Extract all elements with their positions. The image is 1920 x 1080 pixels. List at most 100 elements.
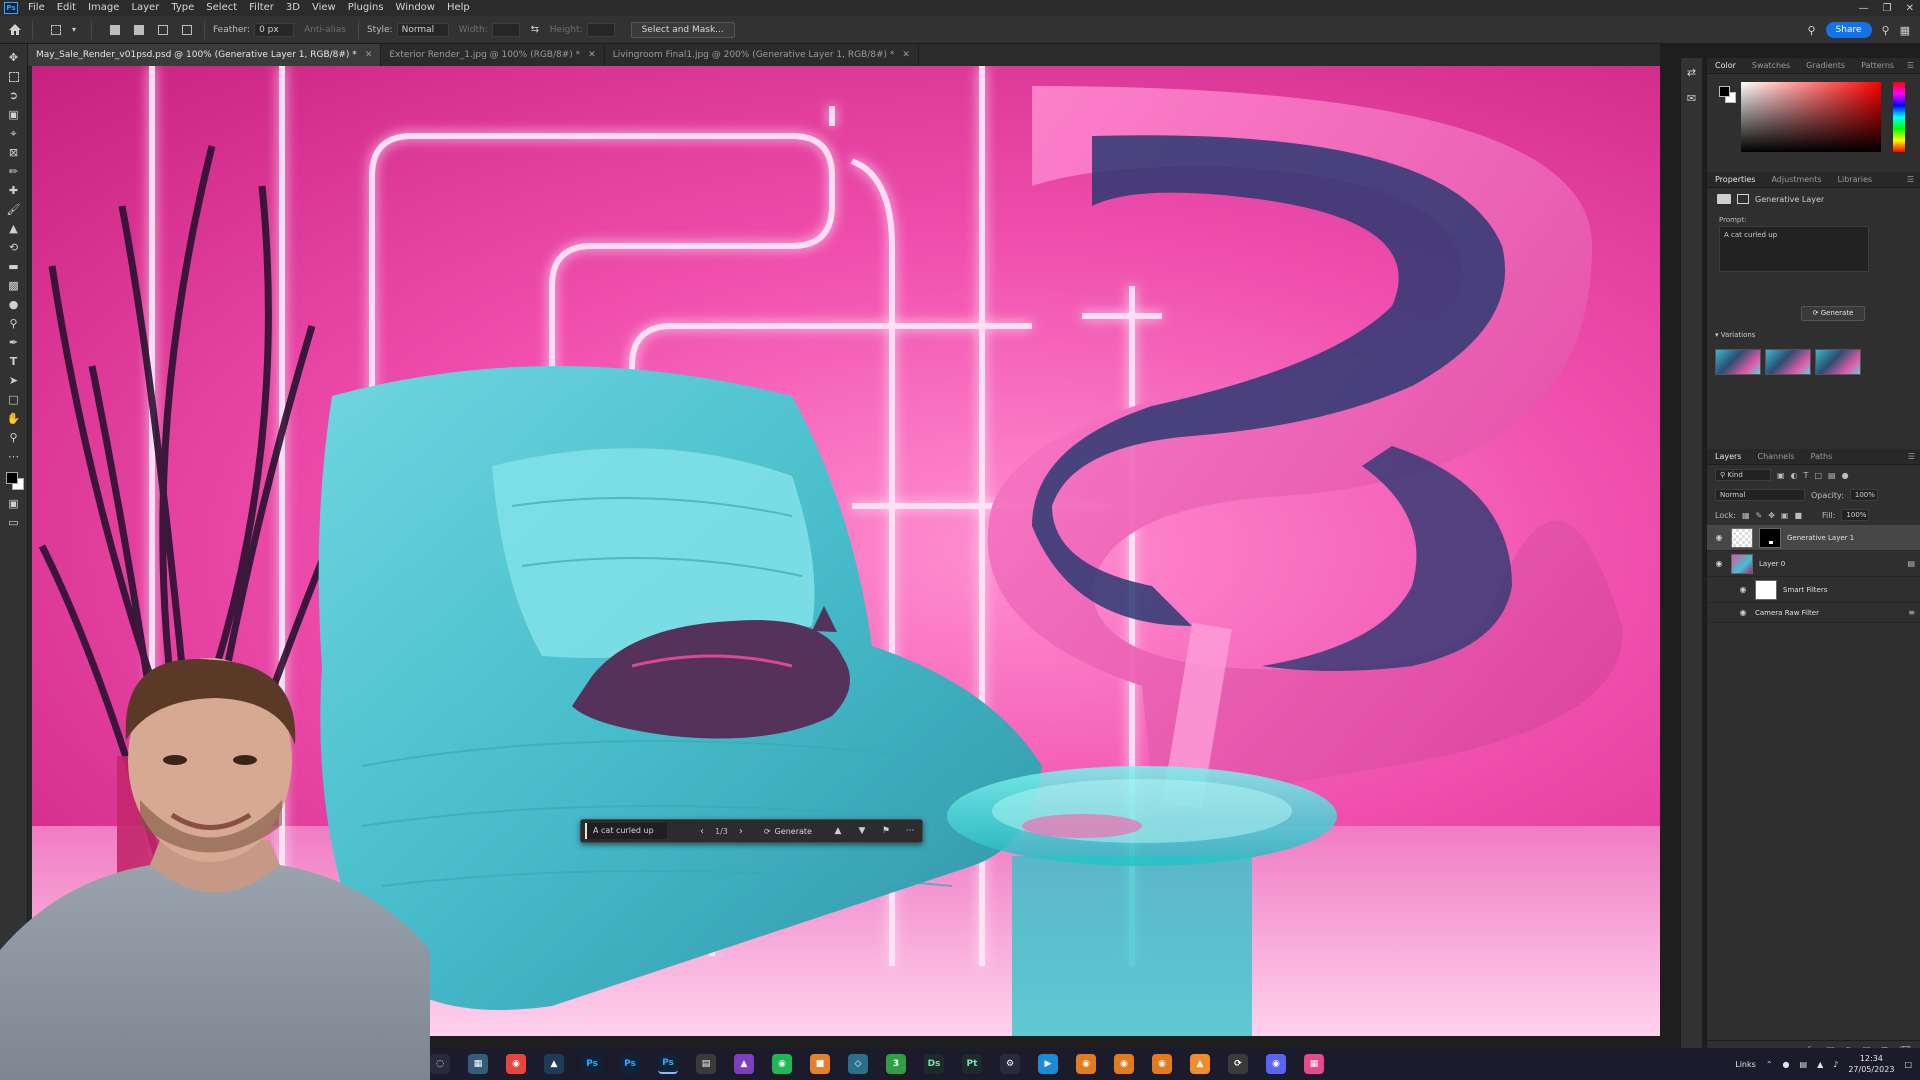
close-icon[interactable]: ✕ [1906,3,1914,14]
blur-tool-icon[interactable]: ● [3,295,25,314]
menu-type[interactable]: Type [165,0,200,16]
microphone-icon[interactable]: ● [1783,1060,1790,1069]
network-icon[interactable]: ▤ [1800,1060,1808,1069]
file-explorer-icon[interactable]: ▤ [696,1054,716,1074]
home-icon[interactable] [6,21,24,39]
height-input[interactable] [586,22,615,37]
photoshop-beta-icon[interactable]: Ps [620,1054,640,1074]
menu-file[interactable]: File [22,0,51,16]
photoshop-icon[interactable]: Ps [582,1054,602,1074]
lock-pixels-icon[interactable]: ✎ [1756,511,1763,520]
variation-thumbnail[interactable] [1765,349,1811,375]
layer-row[interactable]: ◉ Generative Layer 1 [1707,525,1920,551]
visibility-eye-icon[interactable]: ◉ [1737,608,1749,617]
restore-icon[interactable]: ❐ [1883,3,1892,14]
settings-icon[interactable]: ⚙ [1000,1054,1020,1074]
tab-swatches[interactable]: Swatches [1744,58,1798,74]
chrome-icon[interactable]: ◉ [506,1054,526,1074]
clock[interactable]: 12:34 27/05/2023 [1848,1053,1894,1075]
variation-thumbnail[interactable] [1715,349,1761,375]
hue-slider[interactable] [1893,82,1905,152]
panel-menu-icon[interactable]: ☰ [1908,449,1915,465]
gallery-icon[interactable]: ▦ [1304,1054,1324,1074]
type-tool-icon[interactable]: T [3,352,25,371]
blender-3-icon[interactable]: ◉ [1152,1054,1172,1074]
feather-input[interactable]: 0 px [254,22,295,37]
smart-object-filter-icon[interactable]: ▤ [1828,471,1836,480]
visibility-eye-icon[interactable]: ◉ [1713,559,1725,568]
layer-row[interactable]: ◉ Smart Filters [1707,577,1920,603]
task-view-icon[interactable]: ◌ [430,1054,450,1074]
spotify-icon[interactable]: ◉ [772,1054,792,1074]
visibility-eye-icon[interactable]: ◉ [1713,533,1725,542]
vlc-icon[interactable]: ▲ [1190,1054,1210,1074]
fill-input[interactable]: 100% [1841,509,1870,521]
menu-window[interactable]: Window [390,0,441,16]
close-icon[interactable]: ✕ [902,50,910,60]
color-swatches[interactable] [3,470,25,494]
painter-icon[interactable]: Pt [962,1054,982,1074]
comments-panel-icon[interactable]: ✉ [1684,90,1700,106]
new-selection-icon[interactable] [106,21,124,39]
rectangular-marquee-tool-icon[interactable] [3,67,25,86]
sync-icon[interactable]: ⟳ [1228,1054,1248,1074]
pen-tool-icon[interactable]: ✒ [3,333,25,352]
app-3-icon[interactable]: 3 [886,1054,906,1074]
path-selection-tool-icon[interactable]: ➤ [3,371,25,390]
lock-all-icon[interactable]: ■ [1794,511,1802,520]
cinema-icon[interactable]: ▶ [1038,1054,1058,1074]
color-picker-field[interactable] [1741,82,1881,152]
package-icon[interactable]: ■ [810,1054,830,1074]
visibility-eye-icon[interactable]: ◉ [1737,585,1749,594]
eraser-tool-icon[interactable]: ▬ [3,257,25,276]
menu-plugins[interactable]: Plugins [342,0,390,16]
thumbs-up-icon[interactable]: ▲ [830,826,846,836]
tab-libraries[interactable]: Libraries [1830,172,1881,188]
subtract-selection-icon[interactable] [154,21,172,39]
intersect-selection-icon[interactable] [178,21,196,39]
tab-channels[interactable]: Channels [1749,449,1802,465]
tab-adjustments[interactable]: Adjustments [1763,172,1829,188]
workspace-icon[interactable]: ▦ [1900,24,1910,37]
share-button[interactable]: Share [1825,22,1872,38]
dimension-icon[interactable]: Ds [924,1054,944,1074]
tab-livingroom-final[interactable]: Livingroom Final1.jpg @ 200% (Generative… [605,44,919,66]
prompt-input[interactable]: A cat curled up [585,823,667,839]
blender-2-icon[interactable]: ◉ [1114,1054,1134,1074]
dodge-tool-icon[interactable]: ⚲ [3,314,25,333]
tab-paths[interactable]: Paths [1803,449,1841,465]
menu-image[interactable]: Image [82,0,125,16]
chevron-down-icon[interactable]: ▾ [65,21,83,39]
tab-exterior-render[interactable]: Exterior Render_1.jpg @ 100% (RGB/8#) * … [381,44,605,66]
chevron-right-icon[interactable]: › [734,826,748,837]
tab-may-sale-render[interactable]: May_Sale_Render_v01psd.psd @ 100% (Gener… [28,44,382,66]
panel-menu-icon[interactable]: ☰ [1907,172,1914,188]
layer-row[interactable]: ◉ Camera Raw Filter ≡ [1707,603,1920,623]
flag-icon[interactable]: ⚑ [878,826,894,836]
width-input[interactable] [491,22,520,37]
affinity-icon[interactable]: ▲ [734,1054,754,1074]
panel-menu-icon[interactable]: ☰ [1907,58,1914,74]
kind-filter-select[interactable]: ⚲ Kind [1715,469,1771,481]
menu-edit[interactable]: Edit [51,0,82,16]
history-panel-icon[interactable]: ⇄ [1684,64,1700,80]
photoshop-active-icon[interactable]: Ps [658,1054,678,1074]
more-tools-icon[interactable]: ⋯ [3,447,25,466]
frame-tool-icon[interactable]: ⊠ [3,143,25,162]
foreground-color[interactable] [1719,86,1730,97]
gradient-tool-icon[interactable]: ▩ [3,276,25,295]
notifications-icon[interactable]: □ [1904,1060,1912,1069]
lock-artboard-icon[interactable]: ▣ [1781,511,1789,520]
layer-row[interactable]: ◉ Layer 0 ▤ [1707,551,1920,577]
adjustment-filter-icon[interactable]: ◐ [1791,471,1798,480]
hand-tool-icon[interactable]: ✋ [3,409,25,428]
tab-gradients[interactable]: Gradients [1798,58,1853,74]
app-icon[interactable]: ▲ [544,1054,564,1074]
clone-stamp-tool-icon[interactable]: ▲ [3,219,25,238]
style-select[interactable]: Normal [396,22,449,37]
generate-button[interactable]: ⟳ Generate [1801,306,1865,321]
quick-mask-icon[interactable]: ▣ [3,494,25,513]
rectangle-tool-icon[interactable]: □ [3,390,25,409]
healing-brush-tool-icon[interactable]: ✚ [3,181,25,200]
zoom-tool-icon[interactable]: ⚲ [3,428,25,447]
